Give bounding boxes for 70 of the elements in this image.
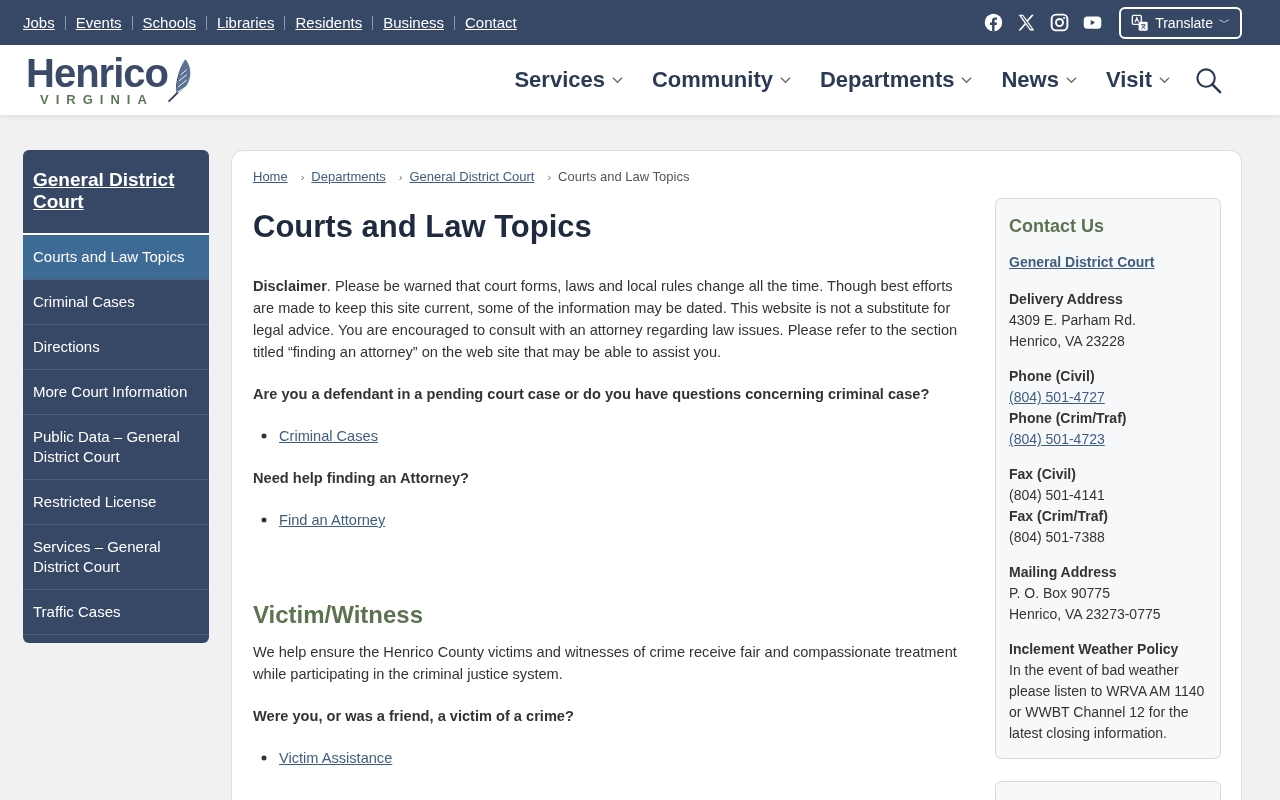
content-link[interactable]: Victim Assistance xyxy=(279,747,393,769)
top-link[interactable]: Schools xyxy=(142,14,196,31)
paragraph: We help ensure the Henrico County victims and witnesses of crime receive fair and compassionate treatment while participating in the criminal justice system. xyxy=(253,643,958,684)
sidebar-item[interactable]: Criminal Cases xyxy=(23,280,209,325)
top-link[interactable]: Contact xyxy=(465,14,517,31)
contact-text: P. O. Box 90775 xyxy=(1009,584,1111,603)
logo-subtitle: VIRGINIA xyxy=(40,93,154,107)
contact-label: Fax (Crim/Traf) xyxy=(1009,507,1109,526)
paragraph: Disclaimer. Please be warned that court forms, laws and local rules change all the time. Though best efforts are made to keep this site current, some of the information may be dated. This website is not a substitute for legal advice. You are encouraged to consult with an attorney regarding law issues. Please refer to the section titled “finding an attorney” on the web site that may be able to assist you. xyxy=(253,277,959,362)
contact-text: (804) 501-7388 xyxy=(1009,528,1106,547)
contact-label: Inclement Weather Policy xyxy=(1009,640,1180,659)
breadcrumb-current: Courts and Law Topics xyxy=(558,169,690,184)
nav-menu-item[interactable]: Visit xyxy=(1105,67,1170,93)
contact-label: Phone (Crim/Traf) xyxy=(1009,409,1128,428)
breadcrumb-link[interactable]: General District Court xyxy=(409,169,535,184)
translate-button[interactable]: Translate ﹀ xyxy=(1119,6,1242,39)
sidebar-item[interactable]: Restricted License xyxy=(23,480,209,525)
question-text: Need help finding an Attorney? xyxy=(253,469,470,488)
caret-icon xyxy=(779,76,791,84)
nav-menu-item[interactable]: Services xyxy=(514,67,623,93)
breadcrumb-separator: › xyxy=(300,170,305,183)
question-text: Are you a defendant in a pending court case or do you have questions concerning criminal case? xyxy=(253,385,931,404)
caret-icon xyxy=(611,76,623,84)
breadcrumb-separator: › xyxy=(398,170,403,183)
contact-label: Mailing Address xyxy=(1009,563,1118,582)
nav-menu-item[interactable]: Departments xyxy=(819,67,973,93)
question-text: Were you, or was a friend, a victim of a crime? xyxy=(253,707,575,726)
page-title: Courts and Law Topics xyxy=(253,209,593,245)
content-link[interactable]: Find an Attorney xyxy=(279,509,386,531)
contact-text: 4309 E. Parham Rd. xyxy=(1009,311,1137,330)
contact-label: Fax (Civil) xyxy=(1009,465,1077,484)
nav-menu-item[interactable]: News xyxy=(1001,67,1077,93)
sidebar-item[interactable]: Public Data – General District Court xyxy=(23,415,209,480)
content-link[interactable]: Criminal Cases xyxy=(279,425,378,447)
breadcrumb-separator: › xyxy=(547,170,552,183)
contact-label: Delivery Address xyxy=(1009,290,1124,309)
sidebar-item[interactable]: Directions xyxy=(23,325,209,370)
instagram-icon[interactable] xyxy=(1049,12,1071,33)
top-link[interactable]: Jobs xyxy=(23,14,55,31)
translate-icon xyxy=(1131,13,1150,32)
contact-text: Henrico, VA 23273-0775 xyxy=(1009,605,1162,624)
breadcrumb-link[interactable]: Departments xyxy=(311,169,386,184)
court-name-link[interactable]: General District Court xyxy=(1009,254,1155,270)
bullet-icon xyxy=(261,517,267,523)
phone-link[interactable]: (804) 501-4727 xyxy=(1009,389,1105,405)
sidebar-item[interactable]: Courts and Law Topics xyxy=(23,235,209,280)
phone-link[interactable]: (804) 501-4723 xyxy=(1009,431,1105,447)
breadcrumb-link[interactable]: Home xyxy=(253,169,288,184)
contact-text: In the event of bad weather please listen to WRVA AM 1140 or WWBT Channel 12 for the latest closing information. xyxy=(1009,661,1206,743)
caret-icon xyxy=(1159,76,1170,84)
sidebar-item[interactable]: Traffic Cases xyxy=(23,590,209,635)
contact-text: (804) 501-4141 xyxy=(1009,486,1106,505)
facebook-icon[interactable] xyxy=(983,12,1005,33)
contact-text: Henrico, VA 23228 xyxy=(1009,332,1126,351)
top-link[interactable]: Residents xyxy=(295,14,363,31)
top-link[interactable]: Business xyxy=(383,14,445,31)
search-icon[interactable] xyxy=(1195,66,1222,94)
bullet-icon xyxy=(261,433,267,439)
section-heading: Victim/Witness xyxy=(253,601,425,629)
contact-heading: Contact Us xyxy=(1009,216,1105,237)
bullet-icon xyxy=(261,755,267,761)
sidebar-item[interactable]: More Court Information xyxy=(23,370,209,415)
caret-icon xyxy=(1065,76,1077,84)
nav-menu-item[interactable]: Community xyxy=(651,67,791,93)
contact-label: Phone (Civil) xyxy=(1009,367,1096,386)
sidebar-item[interactable]: Services – General District Court xyxy=(23,525,209,590)
logo-wordmark[interactable]: Henrico xyxy=(26,53,168,93)
top-link[interactable]: Events xyxy=(75,14,122,31)
caret-icon xyxy=(961,76,973,84)
top-link[interactable]: Libraries xyxy=(216,14,275,31)
